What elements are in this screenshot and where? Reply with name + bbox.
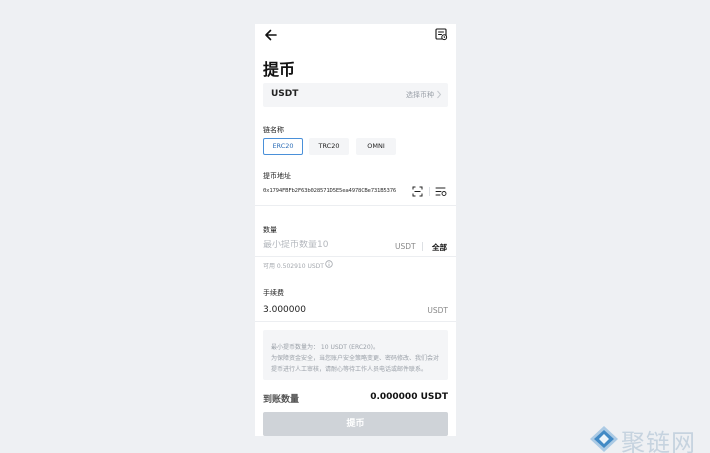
notice-security: 为保障资金安全，当您账户安全策略变更、密码修改、我们会对提币进行人工审核，请耐心… — [271, 355, 440, 373]
info-icon[interactable] — [325, 260, 333, 268]
chain-label: 链名称 — [263, 126, 284, 134]
fee-label: 手续费 — [263, 289, 284, 297]
watermark-text: 聚链网 — [621, 429, 696, 453]
chain-option-erc20[interactable]: ERC20 — [263, 138, 303, 155]
page-title: 提币 — [263, 60, 296, 79]
amount-label: 数量 — [263, 226, 277, 234]
coin-name: USDT — [271, 89, 299, 99]
notice-min-amount: 最小提币数量为： 10 USDT (ERC20)。 — [271, 344, 380, 351]
address-label: 提币地址 — [263, 172, 291, 180]
back-arrow-icon[interactable] — [264, 28, 278, 42]
fee-value: 3.000000 — [263, 305, 306, 315]
chain-option-omni[interactable]: OMNI — [356, 138, 396, 155]
amount-separator — [422, 242, 423, 251]
available-balance: 可用 0.502910 USDT — [263, 263, 324, 270]
top-bar — [255, 24, 456, 46]
address-separator — [429, 187, 430, 196]
address-book-icon[interactable] — [435, 186, 447, 197]
address-input[interactable]: 0x1794FBFb2F63b028571D5E5ea4978CBe731B53… — [263, 188, 396, 194]
chevron-right-icon — [437, 90, 442, 99]
fee-divider — [255, 321, 456, 322]
fee-unit: USDT — [427, 306, 448, 315]
amount-divider — [255, 256, 456, 257]
address-divider — [255, 205, 456, 206]
chain-option-trc20[interactable]: TRC20 — [309, 138, 349, 155]
watermark: 聚链网 — [589, 424, 710, 453]
withdraw-submit-button[interactable]: 提币 — [263, 412, 448, 436]
withdraw-screen: 提币 USDT 选择币种 链名称 ERC20 TRC20 OMNI 提币地址 0… — [255, 24, 456, 436]
withdraw-record-icon[interactable] — [435, 28, 448, 41]
received-amount-label: 到账数量 — [263, 395, 300, 405]
amount-unit: USDT — [395, 242, 416, 251]
withdraw-notice: 最小提币数量为： 10 USDT (ERC20)。 为保障资金安全，当您账户安全… — [263, 330, 448, 380]
coin-selector[interactable]: USDT 选择币种 — [263, 83, 448, 107]
all-amount-button[interactable]: 全部 — [432, 242, 447, 253]
scan-icon[interactable] — [412, 186, 423, 197]
amount-input[interactable] — [263, 240, 383, 250]
coin-select-hint: 选择币种 — [406, 91, 434, 99]
watermark-logo-icon — [590, 426, 618, 452]
received-amount-value: 0.000000 USDT — [370, 392, 448, 402]
